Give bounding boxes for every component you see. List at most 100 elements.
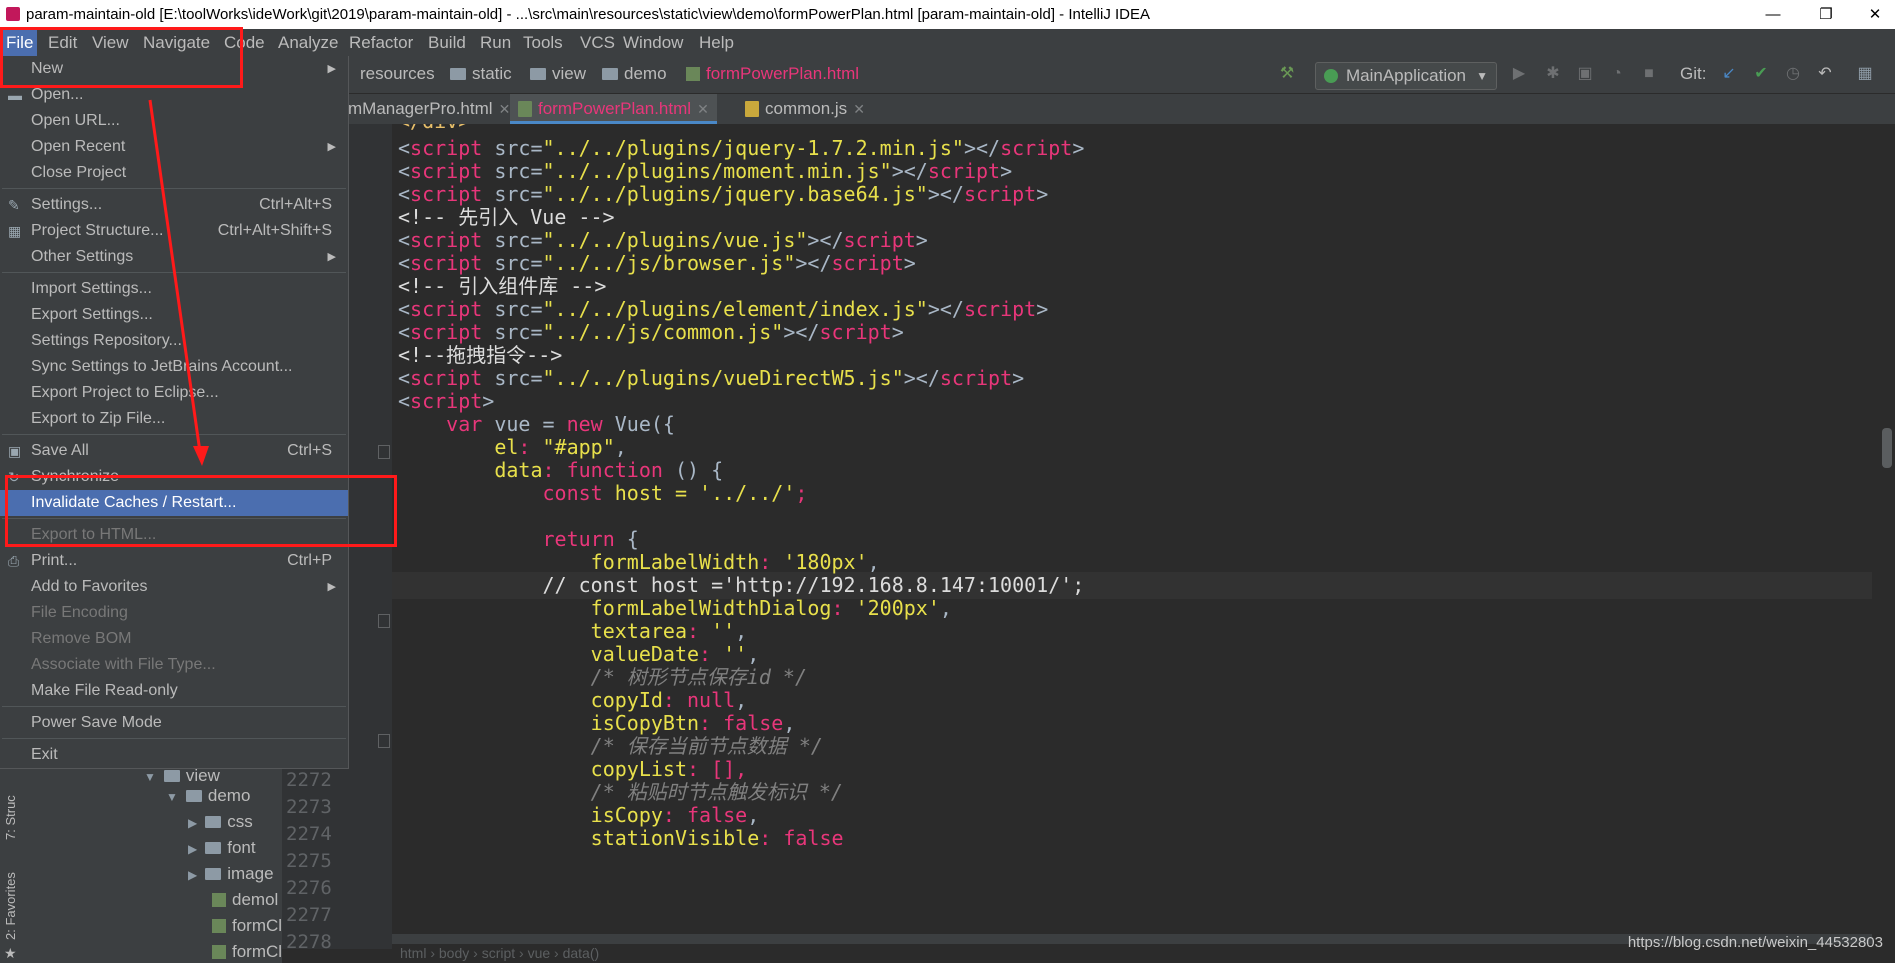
run-configuration-select[interactable]: MainApplication ▼ bbox=[1315, 62, 1497, 90]
menu-item-save-all[interactable]: ▣ Save All Ctrl+S bbox=[0, 438, 348, 464]
git-label: Git: bbox=[1680, 64, 1707, 83]
submenu-arrow-icon: ▶ bbox=[327, 581, 336, 593]
menu-tools[interactable]: Tools bbox=[519, 29, 567, 56]
line-number: 2275 bbox=[286, 850, 332, 872]
menu-separator bbox=[2, 272, 346, 273]
menu-item-exit[interactable]: Exit bbox=[0, 742, 348, 768]
tree-file[interactable]: formCl bbox=[212, 942, 282, 962]
tree-label: formCl bbox=[232, 916, 283, 935]
history-icon[interactable]: ◷ bbox=[1784, 65, 1802, 83]
tree-label: css bbox=[227, 812, 253, 831]
menu-item-settings-repository[interactable]: Settings Repository... bbox=[0, 328, 348, 354]
menu-item-export-eclipse[interactable]: Export Project to Eclipse... bbox=[0, 380, 348, 406]
close-icon[interactable]: ✕ bbox=[697, 101, 709, 117]
project-structure-icon[interactable]: ▦ bbox=[1856, 65, 1874, 83]
code-line: </div> bbox=[398, 124, 470, 135]
fold-icon[interactable] bbox=[378, 734, 390, 748]
folder-icon bbox=[450, 68, 466, 80]
line-number: 2274 bbox=[286, 823, 332, 845]
code-line: const host = '../../'; bbox=[542, 481, 808, 505]
menu-item-project-structure[interactable]: ▦ Project Structure... Ctrl+Alt+Shift+S bbox=[0, 218, 348, 244]
profile-icon[interactable]: ◔ bbox=[1608, 65, 1626, 83]
menu-item-export-settings[interactable]: Export Settings... bbox=[0, 302, 348, 328]
breadcrumb-file[interactable]: formPowerPlan.html bbox=[686, 64, 859, 84]
debug-icon[interactable]: ✱ bbox=[1544, 65, 1562, 83]
html-file-icon bbox=[212, 945, 226, 959]
menu-item-make-read-only[interactable]: Make File Read-only bbox=[0, 678, 348, 704]
fold-icon[interactable] bbox=[378, 614, 390, 628]
tree-label: demo bbox=[207, 786, 251, 805]
menu-item-file-encoding: File Encoding bbox=[31, 604, 128, 621]
breadcrumb-label: demo bbox=[624, 64, 667, 83]
tree-file[interactable]: demol bbox=[212, 890, 278, 910]
tree-file[interactable]: formCl bbox=[212, 916, 282, 936]
breadcrumb-static[interactable]: static bbox=[450, 64, 512, 84]
menu-item-open-url[interactable]: Open URL... bbox=[0, 108, 348, 134]
scrollbar-thumb[interactable] bbox=[1882, 428, 1892, 468]
breadcrumb-resources[interactable]: resources bbox=[360, 64, 435, 84]
close-icon[interactable]: ✕ bbox=[853, 101, 865, 117]
menu-window[interactable]: Window bbox=[619, 29, 687, 56]
close-window-button[interactable]: ✕ bbox=[1852, 0, 1895, 29]
vcs-commit-icon[interactable]: ✔ bbox=[1752, 65, 1770, 83]
menu-refactor[interactable]: Refactor bbox=[345, 29, 417, 56]
structure-tool-button[interactable]: 7: Struc bbox=[3, 795, 18, 840]
expand-arrow-icon: ▼ bbox=[144, 770, 156, 784]
menu-analyze[interactable]: Analyze bbox=[274, 29, 342, 56]
code-editor[interactable]: </div> <script src="../../plugins/jquery… bbox=[392, 124, 1872, 942]
vcs-update-icon[interactable]: ↙ bbox=[1720, 65, 1738, 83]
annotation-box-new bbox=[0, 27, 243, 88]
breadcrumb-view[interactable]: view bbox=[530, 64, 586, 84]
coverage-icon[interactable]: ▣ bbox=[1576, 65, 1594, 83]
maximize-button[interactable]: ❐ bbox=[1803, 0, 1849, 29]
menu-help[interactable]: Help bbox=[695, 29, 738, 56]
menu-item-other-settings[interactable]: Other Settings ▶ bbox=[0, 244, 348, 270]
favorites-tool-button[interactable]: 2: Favorites bbox=[3, 872, 18, 940]
breadcrumb-label: resources bbox=[360, 64, 435, 83]
window-title: param-maintain-old [E:\toolWorks\ideWork… bbox=[26, 6, 1151, 23]
tab-formpowerplan[interactable]: formPowerPlan.html ✕ bbox=[510, 94, 717, 124]
run-icon[interactable]: ▶ bbox=[1510, 65, 1528, 83]
menu-item-close-project[interactable]: Close Project bbox=[0, 160, 348, 186]
vertical-scrollbar[interactable] bbox=[1880, 124, 1895, 942]
menu-item-import-settings[interactable]: Import Settings... bbox=[0, 276, 348, 302]
menu-run[interactable]: Run bbox=[476, 29, 515, 56]
submenu-arrow-icon: ▶ bbox=[327, 251, 336, 263]
tree-node-view[interactable]: ▼ view bbox=[144, 766, 220, 786]
line-number: 2273 bbox=[286, 796, 332, 818]
menu-item-power-save[interactable]: Power Save Mode bbox=[0, 710, 348, 736]
html-file-icon bbox=[518, 101, 532, 117]
minimize-button[interactable]: — bbox=[1750, 0, 1796, 29]
menu-item-settings[interactable]: ✎ Settings... Ctrl+Alt+S bbox=[0, 192, 348, 218]
menu-item-open-recent[interactable]: Open Recent ▶ bbox=[0, 134, 348, 160]
project-tree: ▼ view ▼ demo ▶ css ▶ font ▶ image demol form… bbox=[22, 760, 282, 963]
folder-icon bbox=[530, 68, 546, 80]
menu-item-export-zip[interactable]: Export to Zip File... bbox=[0, 406, 348, 432]
menu-vcs[interactable]: VCS bbox=[576, 29, 619, 56]
menu-item-sync-settings[interactable]: Sync Settings to JetBrains Account... bbox=[0, 354, 348, 380]
code-breadcrumb-text[interactable]: html › body › script › vue › data() bbox=[400, 945, 599, 961]
fold-icon[interactable] bbox=[378, 445, 390, 459]
menu-item-print[interactable]: ⎙ Print... Ctrl+P bbox=[0, 548, 348, 574]
build-hammer-icon[interactable]: ⚒ bbox=[1278, 65, 1296, 83]
watermark: https://blog.csdn.net/weixin_44532803 bbox=[1627, 934, 1883, 951]
line-number: 2276 bbox=[286, 877, 332, 899]
tree-node-demo[interactable]: ▼ demo bbox=[166, 786, 250, 806]
spring-icon bbox=[1324, 69, 1338, 83]
collapse-arrow-icon: ▶ bbox=[188, 842, 198, 856]
menu-bar: File Edit View Navigate Code Analyze Ref… bbox=[0, 29, 1895, 56]
tab-mmanagerpro[interactable]: mManagerPro.html ✕ bbox=[348, 94, 510, 124]
tab-label: common.js bbox=[765, 99, 848, 118]
tab-common-js[interactable]: common.js ✕ bbox=[745, 94, 865, 124]
tab-label: mManagerPro.html bbox=[348, 99, 493, 118]
menu-item-add-favorites[interactable]: Add to Favorites ▶ bbox=[0, 574, 348, 600]
stop-icon[interactable]: ■ bbox=[1640, 65, 1658, 83]
menu-separator bbox=[2, 738, 346, 739]
tree-node-image[interactable]: ▶ image bbox=[188, 864, 274, 884]
close-icon[interactable]: ✕ bbox=[499, 101, 511, 117]
rollback-icon[interactable]: ↶ bbox=[1816, 65, 1834, 83]
breadcrumb-demo[interactable]: demo bbox=[602, 64, 667, 84]
tree-node-font[interactable]: ▶ font bbox=[188, 838, 256, 858]
menu-build[interactable]: Build bbox=[424, 29, 470, 56]
tree-node-css[interactable]: ▶ css bbox=[188, 812, 253, 832]
